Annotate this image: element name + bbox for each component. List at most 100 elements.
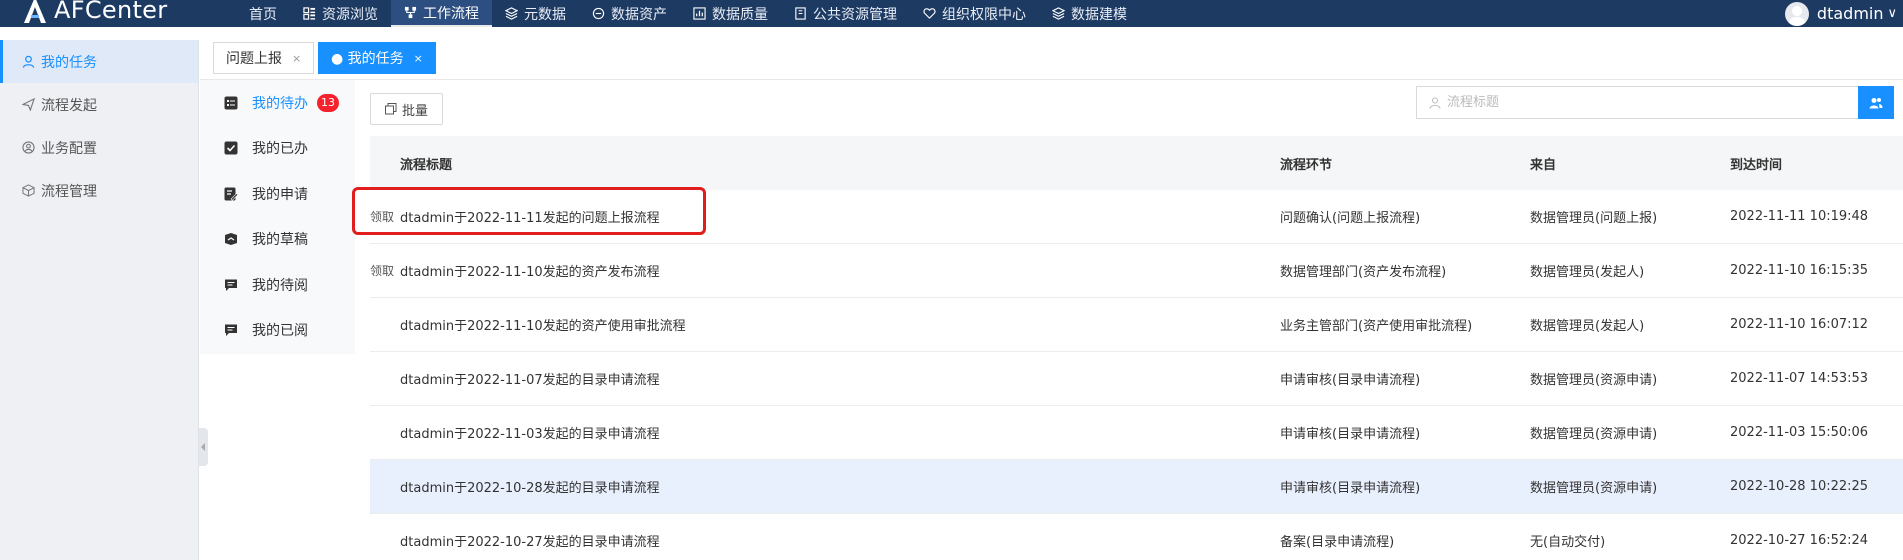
- process-title-link[interactable]: dtadmin于2022-11-10发起的资产发布流程: [400, 261, 1280, 280]
- claim-link[interactable]: 领取: [370, 262, 400, 279]
- nav-workflow[interactable]: 工作流程: [391, 0, 492, 27]
- nav-label: 组织权限中心: [942, 6, 1026, 23]
- process-from: 数据管理员(资源申请): [1530, 373, 1658, 388]
- message-icon: [225, 324, 237, 337]
- process-step: 数据管理部门(资产发布流程): [1280, 265, 1447, 280]
- task-item-label: 我的已阅: [252, 323, 308, 340]
- process-title-link[interactable]: dtadmin于2022-11-07发起的目录申请流程: [400, 369, 1280, 388]
- sidebar-item-label: 我的任务: [41, 54, 97, 71]
- batch-button[interactable]: 批量: [370, 93, 443, 125]
- nav-label: 资源浏览: [322, 6, 378, 23]
- user-icon: [1429, 97, 1441, 109]
- table-row[interactable]: 领取 dtadmin于2022-11-10发起的资产发布流程 数据管理部门(资产…: [370, 244, 1903, 298]
- search-button[interactable]: [1858, 86, 1894, 119]
- sidebar-item-label: 流程发起: [41, 97, 97, 114]
- task-item-read[interactable]: 我的已阅: [200, 308, 355, 354]
- sidebar-item-my-tasks[interactable]: 我的任务: [0, 40, 198, 83]
- process-from: 数据管理员(问题上报): [1530, 211, 1658, 226]
- table-row[interactable]: dtadmin于2022-10-28发起的目录申请流程 申请审核(目录申请流程)…: [370, 460, 1903, 514]
- send-icon: [22, 98, 35, 111]
- cube-icon: [22, 184, 35, 197]
- sidebar-item-label: 业务配置: [41, 140, 97, 157]
- table-row[interactable]: dtadmin于2022-11-10发起的资产使用审批流程 业务主管部门(资产使…: [370, 298, 1903, 352]
- process-step: 申请审核(目录申请流程): [1280, 373, 1421, 388]
- count-badge: 13: [317, 93, 339, 112]
- nav-label: 工作流程: [423, 5, 479, 22]
- process-step: 业务主管部门(资产使用审批流程): [1280, 319, 1473, 334]
- heart-shield-icon: [923, 8, 936, 19]
- sidebar-item-start-process[interactable]: 流程发起: [0, 83, 198, 126]
- asset-icon: [592, 7, 605, 20]
- task-item-label: 我的待办: [252, 95, 308, 112]
- tab-my-tasks[interactable]: ● 我的任务 ×: [318, 42, 436, 74]
- table-header-cell: 流程标题: [400, 157, 453, 173]
- tab-label: 问题上报: [226, 51, 282, 67]
- user-name: dtadmin: [1816, 4, 1884, 23]
- draft-icon: [225, 233, 237, 246]
- table-header-cell: 到达时间: [1730, 157, 1783, 173]
- task-item-label: 我的已办: [252, 141, 308, 158]
- process-title-link[interactable]: dtadmin于2022-11-03发起的目录申请流程: [400, 423, 1280, 442]
- edit-doc-icon: [224, 187, 238, 201]
- layers-icon: [1052, 7, 1065, 20]
- search-input[interactable]: [1447, 95, 1787, 110]
- table-row[interactable]: dtadmin于2022-10-27发起的目录申请流程 备案(目录申请流程) 无…: [370, 514, 1903, 560]
- nav-public-resource[interactable]: 公共资源管理: [781, 0, 910, 27]
- process-step: 申请审核(目录申请流程): [1280, 427, 1421, 442]
- task-item-drafts[interactable]: 我的草稿: [200, 217, 355, 263]
- sidebar-collapse-handle[interactable]: [199, 428, 208, 466]
- process-from: 数据管理员(发起人): [1530, 319, 1645, 334]
- check-square-icon: [224, 141, 238, 155]
- arrival-time: 2022-10-28 10:22:25: [1730, 479, 1869, 494]
- sidebar-item-business-config[interactable]: 业务配置: [0, 126, 198, 169]
- process-title-link[interactable]: dtadmin于2022-11-10发起的资产使用审批流程: [400, 315, 1280, 334]
- task-item-to-read[interactable]: 我的待阅: [200, 262, 355, 308]
- nav-resource-browse[interactable]: 资源浏览: [290, 0, 391, 27]
- tab-label: ● 我的任务: [331, 51, 404, 67]
- close-icon[interactable]: ×: [414, 52, 423, 65]
- process-title-link[interactable]: dtadmin于2022-10-27发起的目录申请流程: [400, 531, 1280, 550]
- sidebar: 我的任务 流程发起 业务配置 流程管理: [0, 40, 199, 560]
- close-icon[interactable]: ×: [292, 52, 301, 65]
- nav-data-modeling[interactable]: 数据建模: [1039, 0, 1140, 27]
- book-icon: [795, 7, 806, 20]
- task-type-menu: 我的待办 13 我的已办 我的申请 我的草稿 我的待阅 我的已阅: [200, 80, 355, 354]
- highlight-annotation-box: [352, 187, 706, 235]
- todo-list-icon: [224, 96, 238, 110]
- task-item-my-applications[interactable]: 我的申请: [200, 171, 355, 217]
- nav-data-quality[interactable]: 数据质量: [680, 0, 781, 27]
- nav-org-permission[interactable]: 组织权限中心: [910, 0, 1039, 27]
- nav-label: 数据资产: [611, 6, 667, 23]
- task-item-todo[interactable]: 我的待办 13: [200, 80, 355, 126]
- copy-icon: [384, 103, 397, 115]
- table-row[interactable]: dtadmin于2022-11-03发起的目录申请流程 申请审核(目录申请流程)…: [370, 406, 1903, 460]
- message-icon: [225, 279, 237, 291]
- nav-data-asset[interactable]: 数据资产: [579, 0, 680, 27]
- search-box: [1416, 86, 1859, 119]
- nav-label: 公共资源管理: [813, 6, 897, 23]
- app-logo[interactable]: AFCenter: [22, 0, 167, 26]
- table-row[interactable]: dtadmin于2022-11-07发起的目录申请流程 申请审核(目录申请流程)…: [370, 352, 1903, 406]
- tab-issue-report[interactable]: 问题上报 ×: [213, 42, 315, 74]
- grid-icon: [303, 7, 316, 20]
- process-from: 数据管理员(发起人): [1530, 265, 1645, 280]
- arrival-time: 2022-11-10 16:15:35: [1730, 263, 1869, 278]
- process-from: 无(自动交付): [1530, 535, 1606, 550]
- process-step: 申请审核(目录申请流程): [1280, 481, 1421, 496]
- sidebar-item-label: 流程管理: [41, 183, 97, 200]
- nav-metadata[interactable]: 元数据: [492, 0, 579, 27]
- chevron-down-icon: ∨: [1887, 6, 1897, 21]
- nav-home[interactable]: 首页: [236, 0, 290, 27]
- app-name: AFCenter: [54, 0, 168, 24]
- sidebar-item-process-manage[interactable]: 流程管理: [0, 169, 198, 212]
- process-step: 问题确认(问题上报流程): [1280, 211, 1421, 226]
- top-nav-bar: AFCenter 首页 资源浏览 工作流程 元数据 数据资产 数据质量 公共资源…: [0, 0, 1903, 27]
- arrival-time: 2022-11-10 16:07:12: [1730, 317, 1869, 332]
- nav-label: 首页: [249, 6, 277, 23]
- user-menu[interactable]: dtadmin ∨: [1784, 0, 1903, 27]
- table-header: 流程标题 流程环节 来自 到达时间: [370, 136, 1903, 190]
- main-nav: 首页 资源浏览 工作流程 元数据 数据资产 数据质量 公共资源管理 组织权限中心: [236, 0, 1140, 27]
- task-item-done[interactable]: 我的已办: [200, 126, 355, 172]
- process-title-link[interactable]: dtadmin于2022-10-28发起的目录申请流程: [400, 477, 1280, 496]
- avatar: [1784, 1, 1809, 26]
